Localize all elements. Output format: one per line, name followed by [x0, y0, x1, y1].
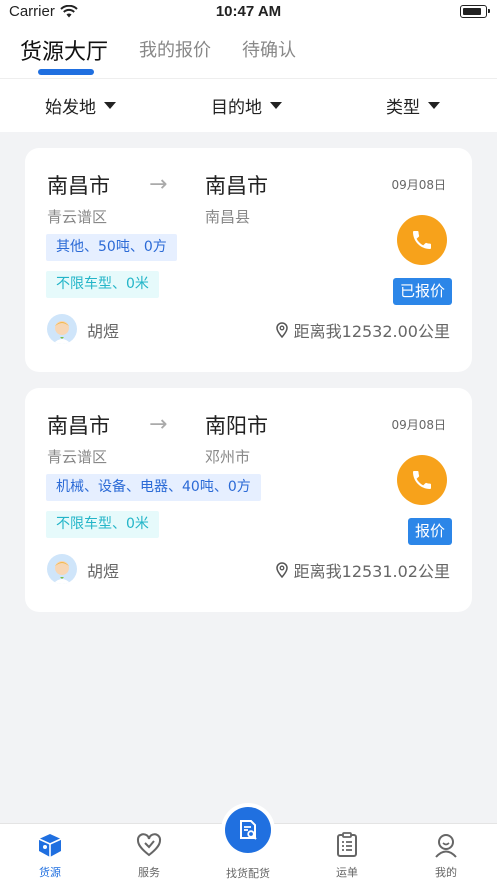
origin-district: 青云谱区 — [47, 208, 108, 226]
location-pin-icon — [275, 322, 288, 338]
filter-origin[interactable]: 始发地 — [45, 93, 116, 118]
tabbar-label-waybill: 运单 — [336, 866, 358, 879]
battery-icon — [460, 5, 490, 18]
distance-text: 距离我12532.00公里 — [293, 322, 450, 341]
tabbar-label-find-cargo: 找货配货 — [226, 867, 270, 880]
tabbar-label-service: 服务 — [138, 866, 160, 879]
caret-down-icon — [270, 102, 282, 109]
cargo-card[interactable]: 南昌市 → 南昌市 09月08日 青云谱区 南昌县 其他、50吨、0方 不限车型… — [25, 148, 472, 372]
distance-info: 距离我12532.00公里 — [275, 318, 450, 342]
location-pin-icon — [275, 562, 288, 578]
filter-type-label: 类型 — [386, 98, 420, 118]
phone-icon — [413, 471, 431, 489]
quoted-button[interactable]: 已报价 — [392, 278, 452, 305]
heart-icon — [119, 830, 179, 860]
destination-city: 南阳市 — [205, 414, 268, 438]
poster-name: 胡煜 — [87, 562, 120, 581]
vehicle-info-tag: 不限车型、0米 — [46, 271, 159, 298]
avatar — [47, 554, 77, 584]
destination-district: 邓州市 — [205, 448, 251, 466]
tab-my-quotes[interactable]: 我的报价 — [139, 36, 211, 62]
post-date: 09月08日 — [391, 178, 446, 192]
tab-source-hall[interactable]: 货源大厅 — [20, 34, 108, 66]
filter-destination[interactable]: 目的地 — [211, 93, 282, 118]
filter-bar: 始发地 目的地 类型 — [0, 78, 497, 132]
destination-district: 南昌县 — [205, 208, 251, 226]
status-time: 10:47 AM — [215, 3, 282, 20]
tabbar-item-waybill[interactable]: 运单 — [317, 830, 377, 880]
origin-district: 青云谱区 — [47, 448, 108, 466]
tabbar-item-mine[interactable]: 我的 — [416, 830, 476, 880]
origin-city: 南昌市 — [47, 414, 110, 438]
filter-destination-label: 目的地 — [211, 98, 262, 118]
distance-info: 距离我12531.02公里 — [275, 558, 450, 582]
document-search-icon — [240, 820, 257, 840]
destination-city: 南昌市 — [205, 174, 268, 198]
tabbar-label-mine: 我的 — [435, 866, 457, 879]
arrow-right-icon: → — [149, 172, 168, 197]
find-cargo-button[interactable] — [225, 807, 271, 853]
tab-pending-confirm[interactable]: 待确认 — [242, 36, 296, 62]
poster-name: 胡煜 — [87, 322, 120, 341]
cargo-card[interactable]: 南昌市 → 南阳市 09月08日 青云谱区 邓州市 机械、设备、电器、40吨、0… — [25, 388, 472, 612]
quote-button[interactable]: 报价 — [407, 518, 452, 545]
arrow-right-icon: → — [149, 412, 168, 437]
active-tab-indicator — [38, 69, 94, 75]
filter-type[interactable]: 类型 — [386, 93, 440, 118]
tabbar-item-source[interactable]: 货源 — [20, 830, 80, 880]
distance-text: 距离我12531.02公里 — [293, 562, 450, 581]
cube-icon — [20, 830, 80, 860]
vehicle-info-tag: 不限车型、0米 — [46, 511, 159, 538]
post-date: 09月08日 — [391, 418, 446, 432]
phone-icon — [413, 231, 431, 249]
tabbar-label-source: 货源 — [39, 866, 61, 879]
caret-down-icon — [104, 102, 116, 109]
cargo-info-tag: 机械、设备、电器、40吨、0方 — [46, 474, 261, 501]
origin-city: 南昌市 — [47, 174, 110, 198]
clipboard-icon — [317, 830, 377, 860]
top-tabs: 货源大厅 我的报价 待确认 — [0, 26, 497, 78]
avatar — [47, 314, 77, 344]
user-icon — [416, 830, 476, 860]
tabbar-item-service[interactable]: 服务 — [119, 830, 179, 880]
filter-origin-label: 始发地 — [45, 98, 96, 118]
status-bar: Carrier 10:47 AM — [0, 0, 497, 26]
phone-call-button[interactable] — [397, 455, 447, 505]
phone-call-button[interactable] — [397, 215, 447, 265]
bottom-tab-bar: 货源 服务 找货配货 运单 我的 — [0, 807, 497, 883]
caret-down-icon — [428, 102, 440, 109]
cargo-info-tag: 其他、50吨、0方 — [46, 234, 177, 261]
